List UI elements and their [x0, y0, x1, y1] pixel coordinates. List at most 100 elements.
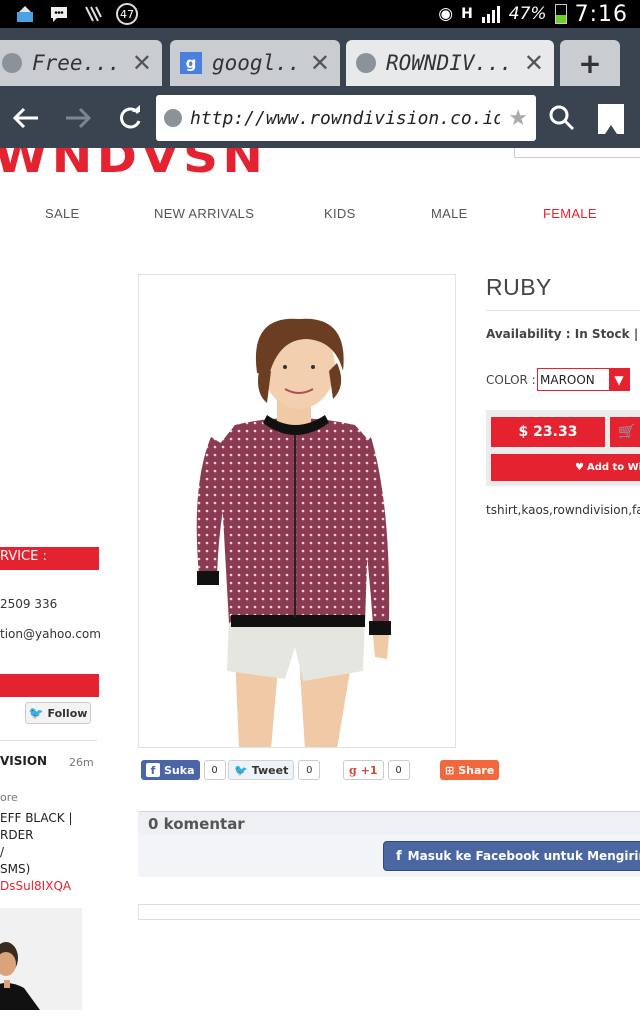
google-icon: g [180, 52, 202, 74]
facebook-like[interactable]: f Suka 0 [141, 760, 226, 780]
plus-icon: + [578, 46, 602, 80]
divider [486, 310, 640, 311]
bookmark-icon[interactable] [598, 104, 624, 134]
tweet-more-link[interactable]: ore [0, 791, 18, 804]
globe-icon [2, 53, 22, 73]
addthis-share[interactable]: ⊞ Share [440, 760, 500, 780]
share-button[interactable]: ⊞ Share [440, 760, 500, 780]
gplus-count: 0 [387, 760, 410, 780]
address-bar[interactable]: http://www.rowndivision.co.id/12+i ★ [156, 95, 536, 141]
close-tab-icon[interactable]: ✕ [310, 49, 330, 77]
tab-label: Free... [32, 51, 121, 75]
chat-notification-icon [48, 4, 70, 24]
signal-icon [481, 6, 500, 23]
product-image[interactable] [138, 274, 456, 748]
close-tab-icon[interactable]: ✕ [524, 49, 544, 77]
notification-count-badge: 47 [116, 3, 138, 25]
tab-google[interactable]: g googl... ✕ [170, 40, 340, 86]
reload-icon [120, 105, 141, 129]
gplus-label: +1 [360, 763, 378, 777]
comments-heading: 0 komentar [138, 811, 640, 835]
facebook-icon: f [396, 848, 402, 864]
nav-sale[interactable]: SALE [45, 206, 79, 221]
color-select[interactable]: MAROON ▼ [537, 368, 630, 391]
tweet-line: / [0, 845, 5, 859]
battery-percent: 47% [508, 4, 547, 24]
back-button[interactable] [6, 98, 46, 138]
tweet-text: EFF BLACK | RDER / SMS) [0, 810, 98, 878]
comment-box[interactable] [138, 904, 640, 920]
globe-icon [356, 53, 376, 73]
like-count: 0 [203, 760, 226, 780]
site-search-input[interactable] [514, 148, 640, 158]
wifi-notification-icon [14, 4, 36, 24]
tab-label: ROWNDIV... [386, 51, 513, 75]
status-bar: 47 ◉ H 47% 7:16 [0, 0, 640, 28]
gplus-share[interactable]: g +1 0 [343, 760, 410, 780]
add-to-cart-button[interactable]: 🛒 [610, 417, 640, 447]
facebook-icon: f [146, 763, 160, 777]
plus-icon: ⊞ [445, 763, 455, 777]
network-type-label: H [461, 6, 473, 22]
tab-free[interactable]: Free... ✕ [0, 40, 162, 86]
color-label: COLOR : [486, 373, 536, 387]
nav-new-arrivals[interactable]: NEW ARRIVALS [154, 206, 254, 221]
tweet-link[interactable]: DsSul8IXQA [0, 879, 71, 893]
heart-icon: ♥ [575, 462, 584, 473]
back-arrow-icon [12, 107, 38, 129]
twitter-bird-icon: 🐦 [28, 706, 44, 720]
wishlist-label: Add to Wis [586, 462, 640, 473]
reload-button[interactable] [110, 98, 150, 138]
like-label: Suka [164, 763, 195, 777]
price-button[interactable]: $ 23.33 [491, 417, 605, 447]
star-icon[interactable]: ★ [508, 106, 528, 131]
search-icon [549, 105, 575, 131]
divider [0, 740, 97, 741]
browser-toolbar: http://www.rowndivision.co.id/12+i ★ [0, 88, 640, 148]
tweet-photo[interactable] [0, 908, 82, 1010]
url-text[interactable]: http://www.rowndivision.co.id/12+i [190, 108, 500, 129]
browser-tab-bar: Free... ✕ g googl... ✕ ROWNDIV... ✕ + [0, 28, 640, 88]
clock: 7:16 [574, 1, 628, 27]
tab-label: googl... [212, 51, 300, 75]
tweet-button[interactable]: 🐦 Tweet [228, 760, 295, 780]
eye-icon: ◉ [438, 4, 454, 24]
cart-icon: 🛒 [618, 424, 636, 440]
tweet-line: SMS) [0, 862, 31, 876]
new-tab-button[interactable]: + [560, 40, 620, 86]
twitter-follow-button[interactable]: 🐦 Follow [25, 702, 91, 724]
missed-call-icon [82, 4, 104, 24]
search-button[interactable] [542, 98, 582, 138]
twitter-bird-icon: 🐦 [234, 763, 248, 777]
forward-arrow-icon [66, 107, 92, 129]
product-tags[interactable]: tshirt,kaos,rowndivision,fa [486, 503, 640, 517]
gplus-icon: g [349, 763, 357, 777]
tweet-author[interactable]: VISION [0, 754, 47, 768]
tweet-label: Tweet [251, 763, 289, 777]
tweet-line: EFF BLACK | [0, 811, 73, 825]
globe-icon [164, 109, 182, 127]
add-to-wishlist-button[interactable]: ♥ Add to Wis [491, 454, 640, 481]
tweet-line: RDER [0, 828, 34, 842]
tweet-time[interactable]: 26m [69, 756, 94, 769]
color-value: MAROON [540, 372, 595, 387]
facebook-like-button[interactable]: f Suka [141, 760, 200, 780]
service-phone: 2509 336 [0, 597, 58, 611]
main-nav: SALE NEW ARRIVALS KIDS MALE FEMALE [0, 206, 640, 226]
facebook-login-button[interactable]: f Masuk ke Facebook untuk Mengirim Kor [383, 841, 640, 871]
tweet-share[interactable]: 🐦 Tweet 0 [228, 760, 321, 780]
tab-rowndivision[interactable]: ROWNDIV... ✕ [346, 40, 554, 86]
close-tab-icon[interactable]: ✕ [132, 49, 152, 77]
availability-text: Availability : In Stock | Pr [486, 327, 640, 341]
nav-female[interactable]: FEMALE [543, 206, 597, 221]
tweet-count: 0 [298, 760, 321, 780]
product-title: RUBY [486, 274, 552, 300]
facebook-login-label: Masuk ke Facebook untuk Mengirim Kor [407, 849, 640, 863]
gplus-button[interactable]: g +1 [343, 760, 384, 780]
nav-kids[interactable]: KIDS [324, 206, 356, 221]
nav-male[interactable]: MALE [431, 206, 468, 221]
forward-button[interactable] [58, 98, 98, 138]
web-page: WNDVSN SALE NEW ARRIVALS KIDS MALE FEMAL… [0, 148, 640, 1024]
service-email[interactable]: tion@yahoo.com [0, 627, 101, 641]
site-logo[interactable]: WNDVSN [0, 148, 267, 183]
